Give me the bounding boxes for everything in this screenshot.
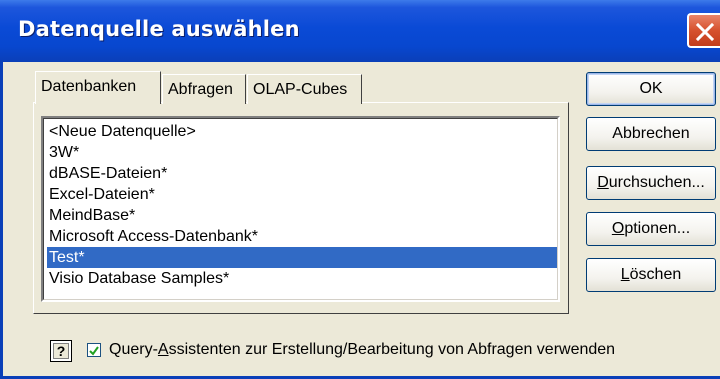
list-item[interactable]: Microsoft Access-Datenbank* [47,226,557,247]
list-item[interactable]: Excel-Dateien* [47,184,557,205]
cancel-button-label: Abbrechen [612,125,690,142]
ok-button[interactable]: OK [586,72,716,106]
options-label-key: O [611,220,625,237]
query-wizard-label-key: A [157,341,169,358]
tab-abfragen[interactable]: Abfragen [162,74,246,104]
tab-datenbanken[interactable]: Datenbanken [35,71,161,104]
title-bar: Datenquelle auswählen [0,0,720,62]
delete-label-key: L [620,266,630,283]
list-item[interactable]: <Neue Datenquelle> [47,121,557,142]
list-item[interactable]: 3W* [47,142,557,163]
query-wizard-label-post: ssistenten zur Erstellung/Bearbeitung vo… [168,341,616,358]
help-button[interactable]: ? [50,340,72,362]
options-label-post: ptionen... [624,220,691,237]
list-item[interactable]: MeindBase* [47,205,557,226]
browse-label-key: D [597,174,609,191]
close-button[interactable] [687,13,720,48]
browse-button[interactable]: Durchsuchen... [586,166,716,200]
help-icon: ? [53,343,69,359]
list-item-selected[interactable]: Test* [47,247,557,268]
list-item[interactable]: Visio Database Samples* [47,268,557,289]
query-wizard-label-pre: Query- [109,341,158,358]
browse-label-post: urchsuchen... [608,174,705,191]
query-wizard-checkbox[interactable] [87,343,101,357]
close-icon [695,22,715,42]
delete-label-post: öschen [629,266,682,283]
tab-datenbanken-label: Datenbanken [41,78,137,95]
cancel-button[interactable]: Abbrechen [586,117,716,151]
window-title: Datenquelle auswählen [18,17,300,41]
ok-button-label: OK [639,80,663,97]
data-source-list[interactable]: <Neue Datenquelle> 3W* dBASE-Dateien* Ex… [41,116,560,302]
delete-button[interactable]: Löschen [586,258,716,292]
tab-olap-cubes-label: OLAP-Cubes [253,81,348,98]
query-wizard-label[interactable]: Query-Assistenten zur Erstellung/Bearbei… [109,341,615,359]
tab-olap-cubes[interactable]: OLAP-Cubes [247,74,362,104]
tab-abfragen-label: Abfragen [168,81,233,98]
options-button[interactable]: Optionen... [586,212,716,246]
list-item[interactable]: dBASE-Dateien* [47,163,557,184]
check-icon [89,346,99,356]
